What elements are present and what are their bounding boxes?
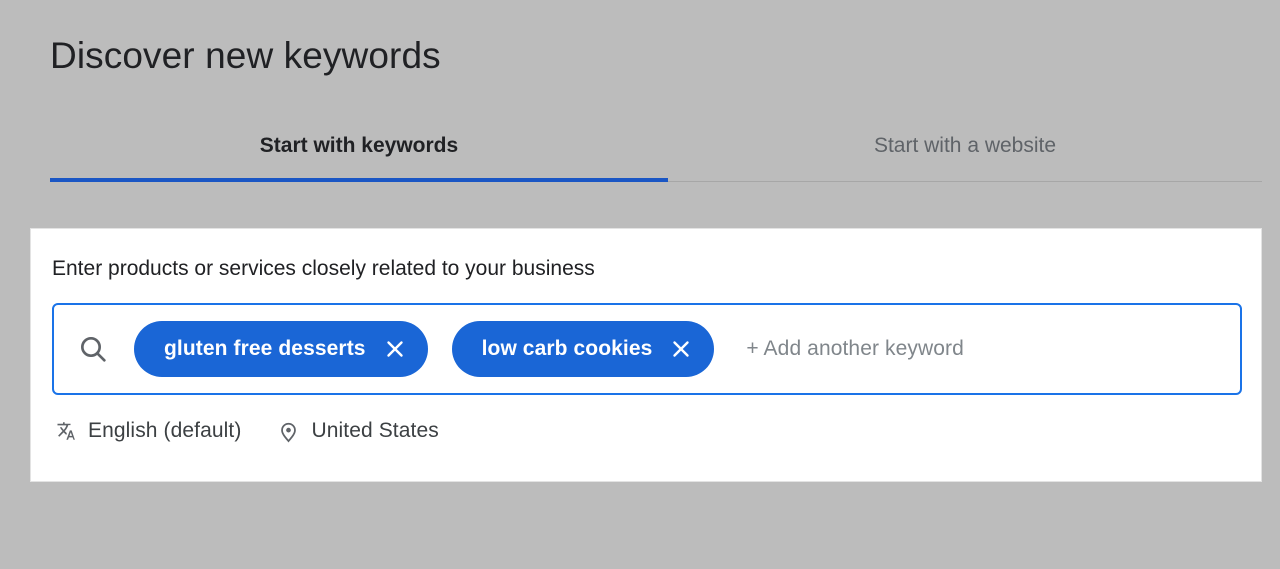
keyword-chip-label: gluten free desserts [164, 337, 366, 360]
keyword-chip[interactable]: gluten free desserts [134, 321, 428, 377]
page-title: Discover new keywords [50, 35, 441, 76]
tab-active-indicator [50, 178, 668, 182]
language-label: English (default) [88, 419, 242, 442]
keyword-settings-row: English (default) United States [52, 414, 439, 448]
keyword-chip-list: gluten free desserts low carb cookies + … [134, 305, 1226, 393]
keyword-chip[interactable]: low carb cookies [451, 321, 715, 377]
close-icon[interactable] [382, 336, 408, 362]
keyword-chip-label: low carb cookies [481, 337, 653, 360]
location-label: United States [311, 419, 439, 442]
tab-start-with-keywords[interactable]: Start with keywords [50, 112, 668, 180]
tab-bar: Start with keywords Start with a website [50, 112, 1262, 186]
location-pin-icon [275, 418, 301, 444]
language-selector[interactable]: English (default) [52, 418, 241, 444]
tab-start-with-a-website[interactable]: Start with a website [668, 112, 1262, 180]
keyword-field-label: Enter products or services closely relat… [52, 257, 595, 280]
keyword-input-field[interactable]: gluten free desserts low carb cookies + … [52, 303, 1242, 395]
keyword-entry-card: Enter products or services closely relat… [30, 228, 1262, 482]
add-keyword-placeholder[interactable]: + Add another keyword [738, 337, 964, 361]
location-selector[interactable]: United States [275, 418, 439, 444]
tab-label: Start with keywords [259, 134, 459, 157]
tab-label: Start with a website [873, 134, 1057, 157]
close-icon[interactable] [668, 336, 694, 362]
translate-icon [52, 418, 78, 444]
search-icon [76, 332, 110, 366]
